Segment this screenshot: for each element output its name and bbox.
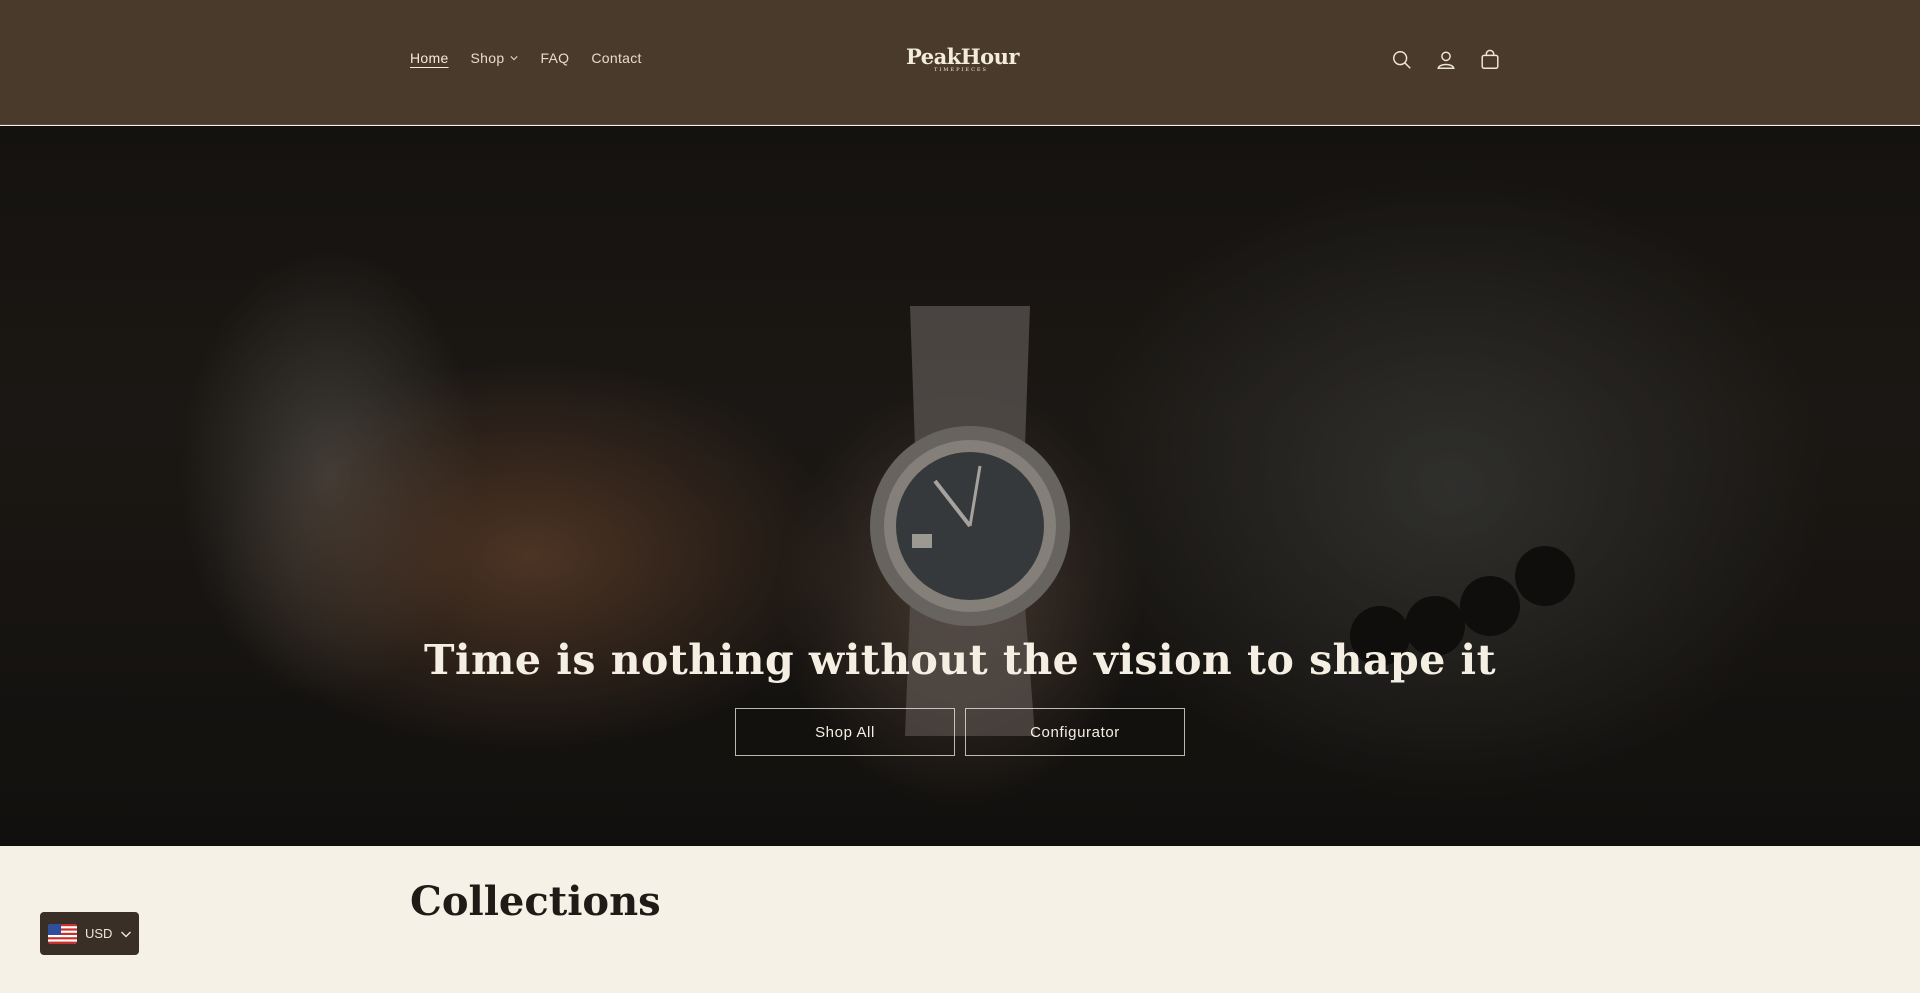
hero-buttons: Shop All Configurator: [735, 708, 1185, 756]
hero-banner: Time is nothing without the vision to sh…: [0, 126, 1920, 846]
nav-shop[interactable]: Shop: [471, 50, 519, 66]
site-header: Home Shop FAQ Contact PeakHour TIMEPIECE…: [0, 0, 1920, 125]
collections-heading: Collections: [410, 878, 661, 925]
configurator-button[interactable]: Configurator: [965, 708, 1185, 756]
main-nav: Home Shop FAQ Contact: [410, 50, 664, 66]
search-icon[interactable]: [1390, 48, 1414, 72]
nav-home[interactable]: Home: [410, 50, 449, 66]
logo-main-text: PeakHour: [906, 44, 1019, 69]
chevron-down-icon: [121, 931, 132, 937]
chevron-down-icon: [510, 56, 519, 61]
cart-icon[interactable]: [1478, 48, 1502, 72]
header-icons: [1390, 48, 1502, 72]
nav-faq[interactable]: FAQ: [540, 50, 569, 66]
currency-selector[interactable]: USD: [40, 912, 139, 955]
us-flag-icon: [48, 923, 77, 944]
hero-title: Time is nothing without the vision to sh…: [423, 636, 1497, 684]
shop-all-button[interactable]: Shop All: [735, 708, 955, 756]
currency-code: USD: [85, 926, 113, 941]
brand-logo[interactable]: PeakHour TIMEPIECES: [906, 44, 1019, 74]
account-icon[interactable]: [1434, 48, 1458, 72]
nav-contact[interactable]: Contact: [591, 50, 641, 66]
nav-shop-label: Shop: [470, 50, 505, 66]
